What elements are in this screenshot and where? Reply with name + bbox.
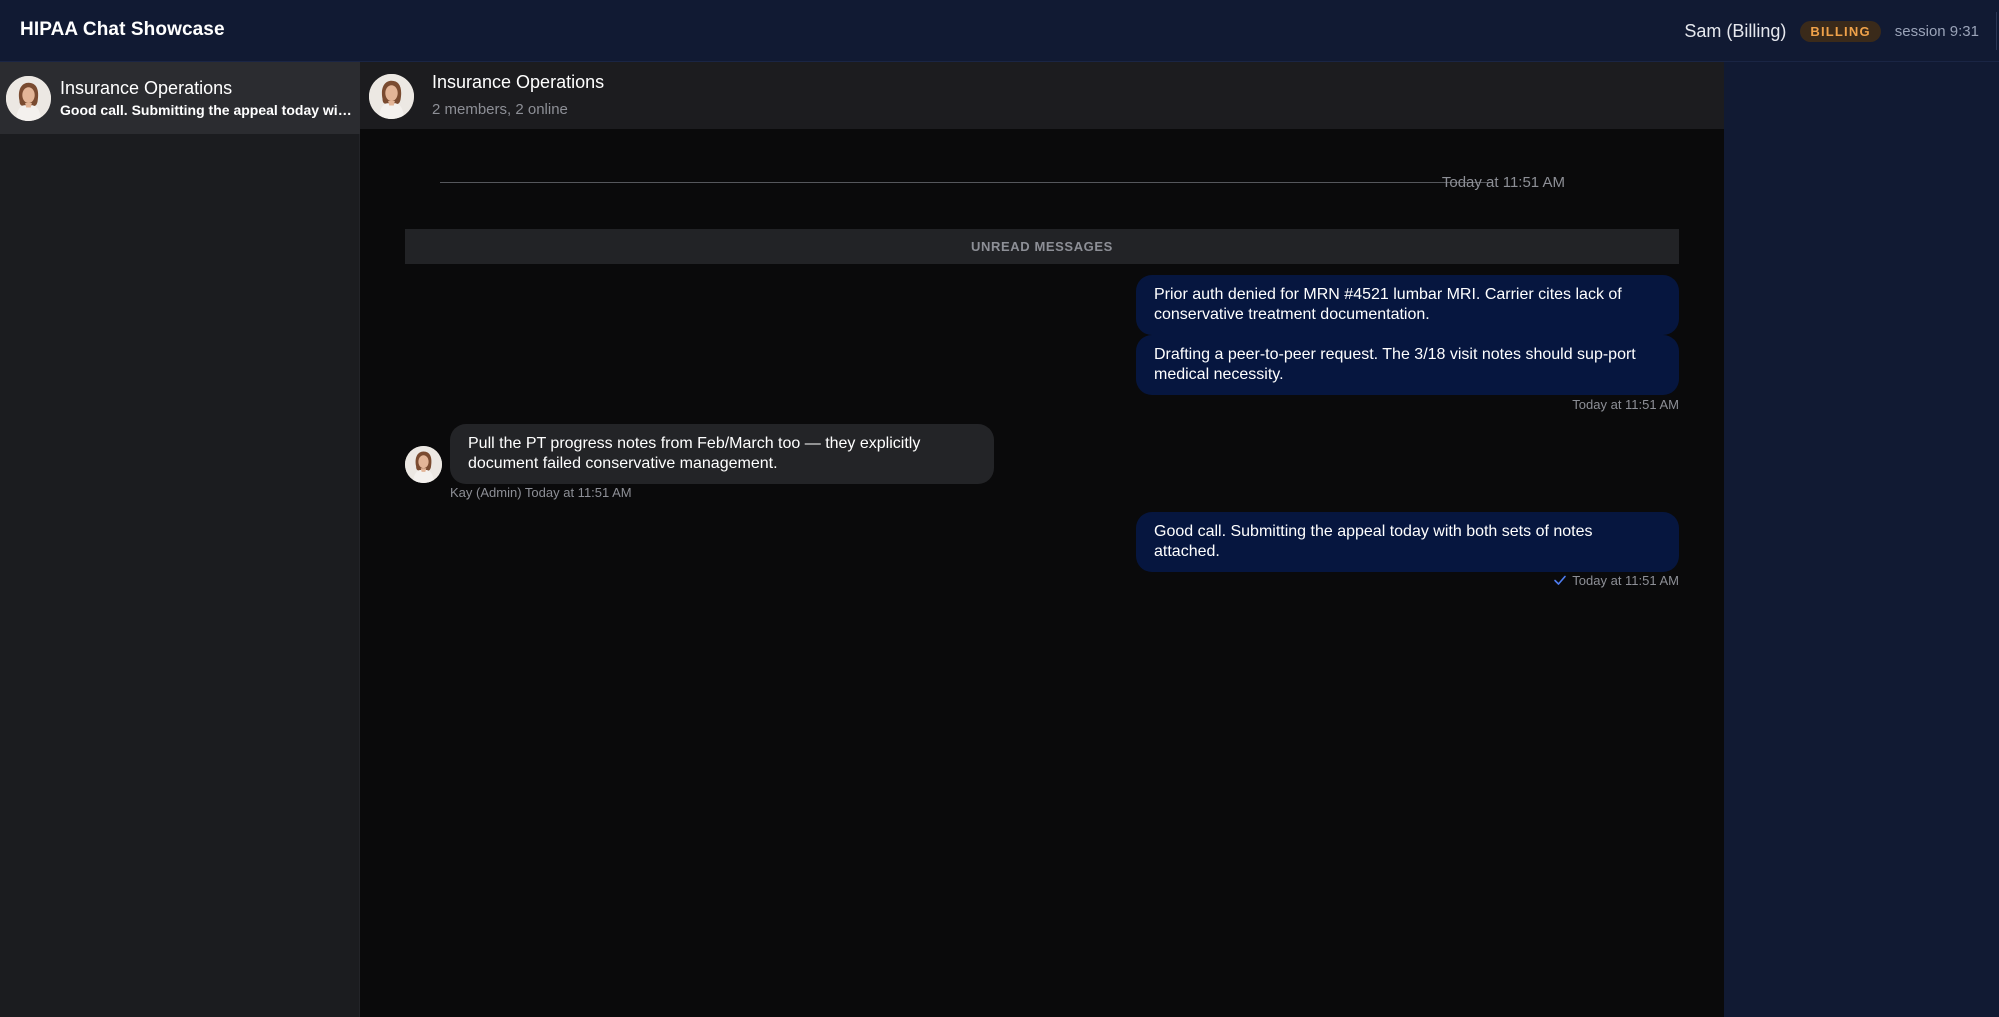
topbar-divider [1996, 12, 1997, 50]
message-status: Today at 11:51 AM [1553, 573, 1679, 588]
message-sender-meta: Kay (Admin) Today at 11:51 AM [450, 485, 632, 500]
message-timestamp: Today at 11:51 AM [1572, 573, 1679, 588]
unread-messages-banner: UNREAD MESSAGES [405, 229, 1679, 264]
check-icon [1554, 575, 1567, 585]
message-timestamp: Today at 11:51 AM [524, 485, 632, 500]
message-timestamp: Today at 11:51 AM [1572, 397, 1679, 412]
chat-avatar[interactable] [369, 74, 414, 119]
conversation-sidebar: Insurance Operations Good call. Submitti… [0, 62, 360, 1017]
conversation-item-insurance-operations[interactable]: Insurance Operations Good call. Submitti… [0, 62, 360, 134]
session-timer: session 9:31 [1894, 22, 1979, 40]
sender-avatar[interactable] [405, 446, 442, 483]
message-text: Prior auth denied for MRN #4521 lumbar M… [1154, 286, 1622, 323]
chat-title[interactable]: Insurance Operations [432, 72, 604, 93]
date-divider: Today at 11:51 AM [440, 172, 1640, 192]
avatar-photo-icon [405, 446, 442, 483]
avatar-photo-icon [6, 76, 51, 121]
role-badge: BILLING [1800, 20, 1881, 42]
message-bubble-incoming[interactable]: Pull the PT progress notes from Feb/Marc… [450, 424, 994, 484]
top-bar: HIPAA Chat Showcase Sam (Billing) BILLIN… [0, 0, 1999, 62]
chat-member-status: 2 members, 2 online [432, 101, 568, 118]
message-text: Drafting a peer-to-peer request. The 3/1… [1154, 346, 1636, 383]
message-bubble-outgoing[interactable]: Drafting a peer-to-peer request. The 3/1… [1136, 335, 1679, 395]
app-title: HIPAA Chat Showcase [20, 19, 225, 40]
user-area: Sam (Billing) BILLING session 9:31 [1684, 0, 1979, 62]
message-text: Pull the PT progress notes from Feb/Marc… [468, 435, 921, 472]
conversation-name: Insurance Operations [60, 78, 233, 98]
chat-pane: Insurance Operations 2 members, 2 online… [360, 62, 1724, 1017]
divider-line [440, 182, 1493, 183]
date-divider-label: Today at 11:51 AM [1441, 174, 1565, 191]
message-sender: Kay (Admin) [450, 485, 522, 500]
avatar [6, 76, 51, 121]
avatar-photo-icon [369, 74, 414, 119]
message-text: Good call. Submitting the appeal today w… [1154, 523, 1593, 560]
message-bubble-outgoing[interactable]: Good call. Submitting the appeal today w… [1136, 512, 1679, 572]
right-panel [1724, 62, 1999, 1017]
chat-header: Insurance Operations 2 members, 2 online [360, 62, 1724, 129]
user-name[interactable]: Sam (Billing) [1684, 21, 1786, 42]
message-bubble-outgoing[interactable]: Prior auth denied for MRN #4521 lumbar M… [1136, 275, 1679, 335]
conversation-preview: Good call. Submitting the appeal today w… [60, 102, 352, 118]
